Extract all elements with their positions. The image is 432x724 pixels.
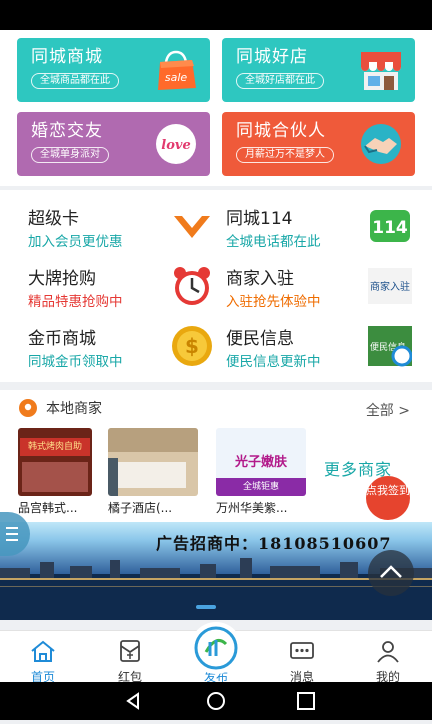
local-merchants-section: 本地商家 全部 > 韩式烤肉自助 品宫韩式... 橘子酒店(... 光子嫩肤 全… xyxy=(0,390,432,522)
view-all-link[interactable]: 全部 > xyxy=(366,400,410,420)
merchant-image: 韩式烤肉自助 xyxy=(18,428,92,496)
svg-text:love: love xyxy=(161,138,190,153)
service-desc: 全城电话都在此 xyxy=(226,234,321,250)
handshake-icon xyxy=(361,124,401,164)
tab-profile[interactable]: 我的 xyxy=(358,639,418,685)
banner-subtitle: 全城单身派对 xyxy=(31,147,109,163)
ad-text: 广告招商中：18108510607 xyxy=(156,534,392,553)
love-heart-icon: love xyxy=(156,124,196,164)
service-desc: 同城金币领取中 xyxy=(28,354,123,370)
merchant-name: 品宫韩式... xyxy=(18,501,78,515)
banner-subtitle: 全城商品都在此 xyxy=(31,73,119,89)
merchant-card[interactable]: 橘子酒店(... xyxy=(108,428,198,516)
svg-text:$: $ xyxy=(185,334,199,358)
merchant-card[interactable]: 韩式烤肉自助 品宫韩式... xyxy=(18,428,108,516)
service-name: 金币商城 xyxy=(28,329,96,349)
message-icon xyxy=(290,642,314,659)
shopping-bag-sale-icon: sale xyxy=(158,50,196,90)
system-nav-icons xyxy=(126,692,315,710)
feature-banners: 同城商城 全城商品都在此 sale 同城好店 全城好店都在此 婚恋交友 全城单身… xyxy=(0,30,432,186)
service-desc: 加入会员更优惠 xyxy=(28,234,123,250)
section-title: 本地商家 xyxy=(46,401,102,417)
merchant-card[interactable]: 光子嫩肤 全城钜惠 万州华美紫... xyxy=(216,428,306,516)
service-name: 超级卡 xyxy=(28,209,79,229)
merchant-sign-sub: 全城钜惠 xyxy=(216,478,306,496)
section-header: 本地商家 xyxy=(18,398,102,418)
publish-button[interactable] xyxy=(190,622,242,674)
service-desc: 入驻抢先体验中 xyxy=(226,294,321,310)
service-name: 同城114 xyxy=(226,209,293,229)
service-desc: 便民信息更新中 xyxy=(226,354,321,370)
merchant-image xyxy=(108,428,198,496)
scroll-to-top-button[interactable] xyxy=(368,550,414,596)
merchant-name: 橘子酒店(... xyxy=(108,501,173,515)
menu-icon xyxy=(6,527,18,541)
service-grid: 超级卡 加入会员更优惠 同城114 全城电话都在此 114 大牌抢购 精品特惠抢… xyxy=(0,190,432,382)
tab-home[interactable]: 首页 xyxy=(13,639,73,685)
publish-logo-icon xyxy=(194,626,238,670)
status-bar xyxy=(0,0,432,30)
tab-messages[interactable]: 消息 xyxy=(272,639,332,685)
svg-text:sale: sale xyxy=(165,71,188,84)
service-convenience-info[interactable]: 便民信息 便民信息更新中 便民信息 xyxy=(226,316,426,374)
banner-partner[interactable]: 同城合伙人 月薪过万不是梦人 xyxy=(222,112,415,176)
carousel-indicator xyxy=(196,605,216,609)
merchant-join-icon: 商家入驻 xyxy=(368,268,412,304)
merchant-name: 万州华美紫... xyxy=(216,501,288,515)
gold-coin-icon: $ xyxy=(172,326,212,366)
merchant-sign: 光子嫩肤 xyxy=(234,455,287,470)
service-brand-flash-sale[interactable]: 大牌抢购 精品特惠抢购中 xyxy=(28,256,228,314)
service-desc: 精品特惠抢购中 xyxy=(28,294,123,310)
service-coin-mall[interactable]: 金币商城 同城金币领取中 $ xyxy=(28,316,228,374)
location-pin-icon xyxy=(19,399,37,417)
svg-text:商家入驻: 商家入驻 xyxy=(370,280,410,293)
service-name: 便民信息 xyxy=(226,329,294,349)
svg-text:114: 114 xyxy=(372,218,408,238)
banner-subtitle: 月薪过万不是梦人 xyxy=(236,147,334,163)
convenience-info-icon: 便民信息 xyxy=(368,326,412,367)
side-menu-tab[interactable] xyxy=(0,512,30,556)
merchant-image: 光子嫩肤 全城钜惠 xyxy=(216,428,306,496)
chevron-up-icon xyxy=(380,565,402,578)
service-name: 商家入驻 xyxy=(226,269,294,289)
merchant-sign: 韩式烤肉自助 xyxy=(20,438,90,456)
service-name: 大牌抢购 xyxy=(28,269,96,289)
service-city-114[interactable]: 同城114 全城电话都在此 114 xyxy=(226,196,426,254)
system-navigation-bar xyxy=(0,682,432,720)
red-envelope-icon xyxy=(120,640,140,662)
tab-red-envelope[interactable]: 红包 xyxy=(100,639,160,685)
user-icon xyxy=(377,641,399,663)
check-in-button[interactable]: 点我签到 xyxy=(366,476,410,520)
chevron-v-icon xyxy=(174,216,210,238)
service-super-card[interactable]: 超级卡 加入会员更优惠 xyxy=(28,196,228,254)
home-icon xyxy=(31,640,55,662)
banner-subtitle: 全城好店都在此 xyxy=(236,73,324,89)
banner-dating[interactable]: 婚恋交友 全城单身派对 love xyxy=(17,112,210,176)
storefront-icon xyxy=(361,52,401,90)
banner-city-shops[interactable]: 同城好店 全城好店都在此 xyxy=(222,38,415,102)
banner-city-mall[interactable]: 同城商城 全城商品都在此 sale xyxy=(17,38,210,102)
service-merchant-join[interactable]: 商家入驻 入驻抢先体验中 商家入驻 xyxy=(226,256,426,314)
phone-114-icon: 114 xyxy=(370,210,410,242)
alarm-clock-icon xyxy=(174,267,210,305)
